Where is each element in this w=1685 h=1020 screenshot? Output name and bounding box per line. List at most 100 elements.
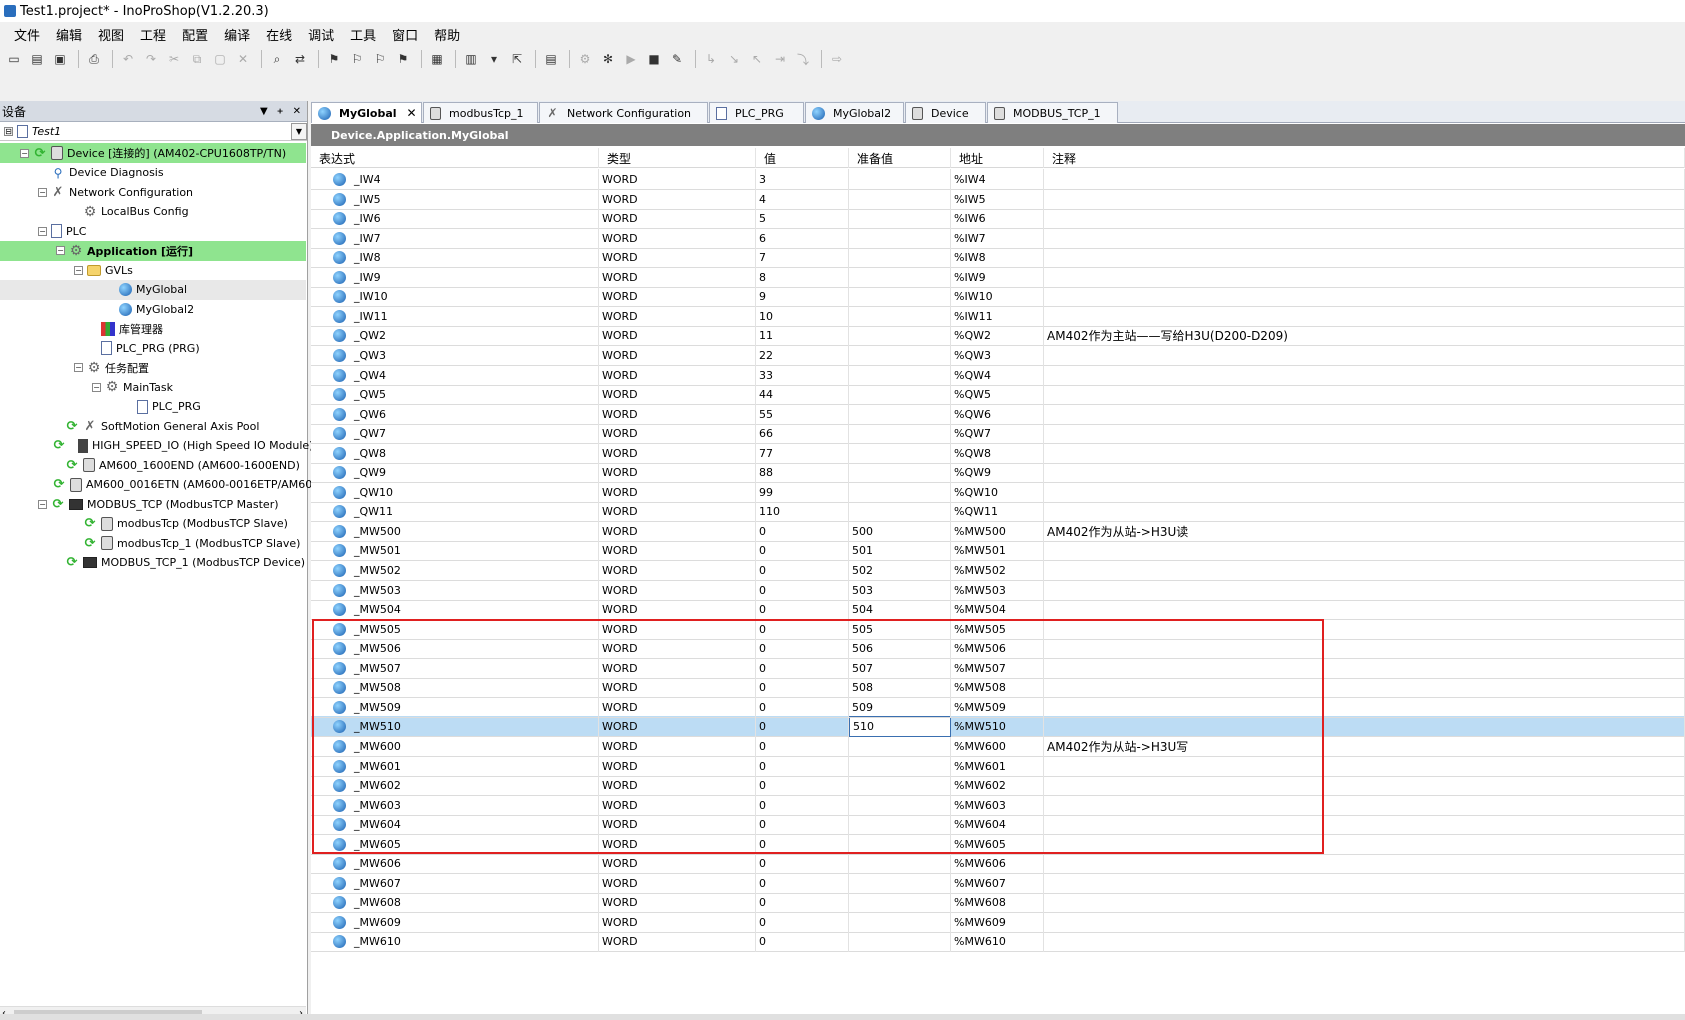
table-row[interactable]: _IW6 WORD 5 %IW6 bbox=[311, 208, 1685, 230]
close-tab-icon[interactable]: ✕ bbox=[407, 106, 417, 120]
menu-item-10[interactable]: 帮助 bbox=[426, 25, 468, 44]
table-row[interactable]: _IW4 WORD 3 %IW4 bbox=[311, 169, 1685, 190]
paste-icon[interactable]: ▢ bbox=[210, 49, 230, 69]
cell-prepared[interactable] bbox=[849, 481, 951, 503]
collapse-icon[interactable]: − bbox=[20, 148, 29, 158]
bookmark-clear-icon[interactable]: ⚑ bbox=[393, 49, 413, 69]
column-header[interactable]: 地址 bbox=[951, 148, 1044, 168]
table-row[interactable]: _IW7 WORD 6 %IW7 bbox=[311, 227, 1685, 249]
table-row[interactable]: _MW501 WORD 0 501 %MW501 bbox=[311, 540, 1685, 562]
table-row[interactable]: _MW603 WORD 0 %MW603 bbox=[311, 794, 1685, 816]
cell-prepared[interactable]: 502 bbox=[849, 560, 951, 581]
table-row[interactable]: _MW605 WORD 0 %MW605 bbox=[311, 833, 1685, 855]
doc-tab-2[interactable]: ✗ Network Configuration bbox=[539, 102, 708, 123]
doc-tab-3[interactable]: PLC_PRG bbox=[709, 102, 804, 123]
table-row[interactable]: _IW11 WORD 10 %IW11 bbox=[311, 305, 1685, 327]
menu-item-9[interactable]: 窗口 bbox=[384, 25, 426, 44]
table-row[interactable]: _IW8 WORD 7 %IW8 bbox=[311, 247, 1685, 269]
bookmark-icon[interactable]: ⚑ bbox=[324, 49, 344, 69]
dropdown-icon[interactable]: ▾ bbox=[484, 49, 504, 69]
copy-icon[interactable]: ⧉ bbox=[187, 49, 207, 69]
table-row[interactable]: _QW4 WORD 33 %QW4 bbox=[311, 364, 1685, 386]
table-row[interactable]: _QW8 WORD 77 %QW8 bbox=[311, 442, 1685, 464]
tree-node[interactable]: − ⚙ MainTask bbox=[0, 377, 306, 397]
cell-prepared[interactable] bbox=[849, 775, 951, 797]
collapse-icon[interactable]: − bbox=[92, 382, 101, 392]
collapse-icon[interactable]: − bbox=[38, 187, 47, 197]
cell-prepared[interactable]: 506 bbox=[849, 638, 951, 660]
table-row[interactable]: _MW508 WORD 0 508 %MW508 bbox=[311, 677, 1685, 699]
tree-node[interactable]: ⟳ AM600_1600END (AM600-1600END) bbox=[0, 455, 306, 475]
table-row[interactable]: _MW500 WORD 0 500 %MW500 AM402作为从站->H3U读 bbox=[311, 520, 1685, 542]
project-selector[interactable]: ⊟ Test1 ▼ bbox=[0, 122, 307, 141]
tree-node[interactable]: − ⟳ MODBUS_TCP (ModbusTCP Master) bbox=[0, 494, 306, 514]
collapse-icon[interactable]: − bbox=[56, 246, 65, 255]
breakpoint-icon[interactable]: ✎ bbox=[667, 49, 687, 69]
column-header[interactable]: 表达式 bbox=[311, 148, 599, 168]
cell-prepared[interactable] bbox=[849, 266, 951, 288]
doc-tab-6[interactable]: MODBUS_TCP_1 bbox=[987, 102, 1118, 123]
table-row[interactable]: _IW10 WORD 9 %IW10 bbox=[311, 286, 1685, 308]
table-row[interactable]: _QW10 WORD 99 %QW10 bbox=[311, 481, 1685, 503]
cell-prepared[interactable] bbox=[849, 208, 951, 230]
delete-icon[interactable]: ✕ bbox=[233, 49, 253, 69]
doc-tab-1[interactable]: modbusTcp_1 bbox=[423, 102, 538, 123]
tree-node[interactable]: ⚙ LocalBus Config bbox=[0, 202, 306, 222]
table-row[interactable]: _QW5 WORD 44 %QW5 bbox=[311, 384, 1685, 406]
table-row[interactable]: _MW601 WORD 0 %MW601 bbox=[311, 755, 1685, 777]
cell-prepared[interactable] bbox=[849, 853, 951, 875]
cell-prepared[interactable] bbox=[849, 384, 951, 406]
tree-node[interactable]: MyGlobal2 bbox=[0, 299, 306, 319]
menu-item-1[interactable]: 编辑 bbox=[48, 25, 90, 44]
logout-icon[interactable]: ⚙ bbox=[575, 49, 595, 69]
table-row[interactable]: _MW602 WORD 0 %MW602 bbox=[311, 775, 1685, 797]
column-header[interactable]: 注释 bbox=[1044, 148, 1685, 168]
column-header[interactable]: 值 bbox=[756, 148, 849, 168]
tree-node[interactable]: PLC_PRG (PRG) bbox=[0, 338, 306, 358]
tree-node[interactable]: − PLC bbox=[0, 221, 306, 241]
set-next-icon[interactable]: ⤵ bbox=[793, 49, 813, 69]
menu-item-0[interactable]: 文件 bbox=[6, 25, 48, 44]
save-icon[interactable]: ▣ bbox=[50, 49, 70, 69]
close-icon[interactable]: ✕ bbox=[293, 106, 301, 117]
run-to-cursor-icon[interactable]: ⇥ bbox=[770, 49, 790, 69]
cell-prepared[interactable] bbox=[849, 403, 951, 425]
tree-node[interactable]: − ✗ Network Configuration bbox=[0, 182, 306, 202]
export-icon[interactable]: ⇱ bbox=[507, 49, 527, 69]
cell-prepared[interactable]: 507 bbox=[849, 657, 951, 679]
cell-prepared[interactable]: 500 bbox=[849, 520, 951, 542]
doc-tab-0[interactable]: MyGlobal ✕ bbox=[311, 102, 422, 123]
cell-prepared[interactable] bbox=[849, 872, 951, 894]
tree-node[interactable]: ⚲ Device Diagnosis bbox=[0, 163, 306, 183]
column-header[interactable]: 准备值 bbox=[849, 148, 951, 168]
tree-node[interactable]: ⟳ modbusTcp_1 (ModbusTCP Slave) bbox=[0, 533, 306, 553]
table-row[interactable]: _IW5 WORD 4 %IW5 bbox=[311, 188, 1685, 210]
cell-prepared[interactable]: 504 bbox=[849, 599, 951, 621]
table-row[interactable]: _MW600 WORD 0 %MW600 AM402作为从站->H3U写 bbox=[311, 735, 1685, 757]
cell-prepared[interactable]: 503 bbox=[849, 579, 951, 601]
cell-prepared[interactable] bbox=[849, 931, 951, 953]
table-row[interactable]: _QW7 WORD 66 %QW7 bbox=[311, 423, 1685, 445]
cell-prepared[interactable] bbox=[849, 344, 951, 366]
table-row[interactable]: _QW11 WORD 110 %QW11 bbox=[311, 501, 1685, 523]
build-icon[interactable]: ▦ bbox=[427, 49, 447, 69]
collapse-icon[interactable]: ⊟ bbox=[4, 126, 13, 136]
cell-prepared[interactable] bbox=[849, 794, 951, 816]
table-row[interactable]: _QW3 WORD 22 %QW3 bbox=[311, 344, 1685, 366]
cell-prepared[interactable] bbox=[849, 188, 951, 210]
table-row[interactable]: _MW505 WORD 0 505 %MW505 bbox=[311, 618, 1685, 640]
table-row[interactable]: _QW2 WORD 11 %QW2 AM402作为主站——写给H3U(D200-D209… bbox=[311, 325, 1685, 347]
menu-item-6[interactable]: 在线 bbox=[258, 25, 300, 44]
cell-prepared[interactable] bbox=[849, 755, 951, 777]
find-icon[interactable]: ⌕ bbox=[267, 49, 287, 69]
table-row[interactable]: _MW510 WORD 0 510 %MW510 bbox=[311, 716, 1685, 738]
redo-icon[interactable]: ↷ bbox=[141, 49, 161, 69]
cell-prepared[interactable] bbox=[849, 833, 951, 855]
menu-item-8[interactable]: 工具 bbox=[342, 25, 384, 44]
new-file-icon[interactable]: ▭ bbox=[4, 49, 24, 69]
tree-node[interactable]: ⟳ modbusTcp (ModbusTCP Slave) bbox=[0, 514, 306, 534]
table-row[interactable]: _MW604 WORD 0 %MW604 bbox=[311, 814, 1685, 836]
tree-node[interactable]: ⟳ HIGH_SPEED_IO (High Speed IO Module) bbox=[0, 436, 314, 456]
cell-prepared[interactable] bbox=[849, 305, 951, 327]
menu-item-7[interactable]: 调试 bbox=[300, 25, 342, 44]
